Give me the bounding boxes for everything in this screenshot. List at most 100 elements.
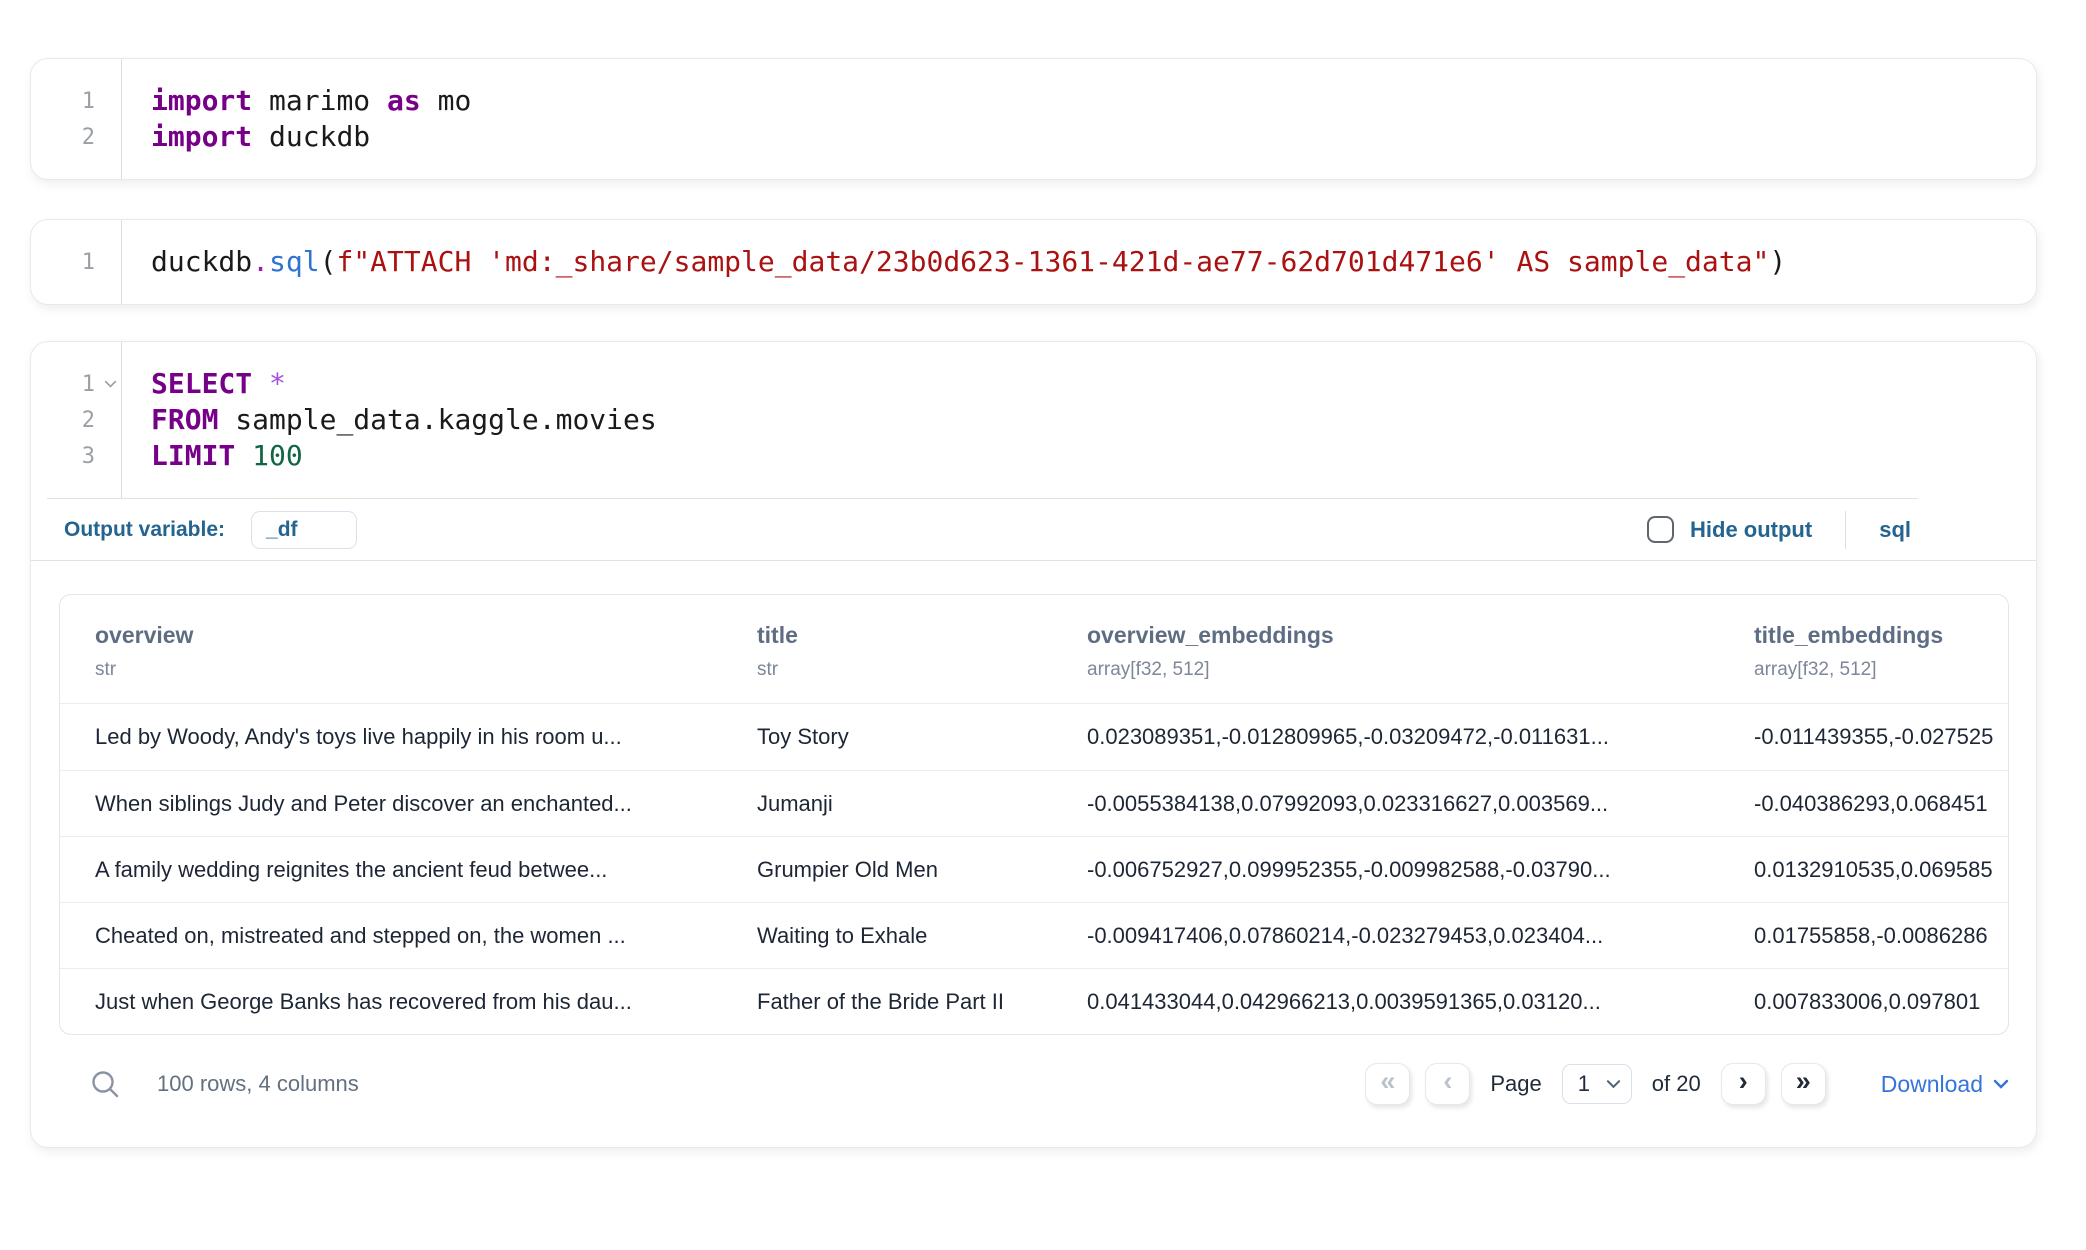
code-editor[interactable]: 1import marimo as mo2import duckdb [31, 59, 2036, 179]
code-token: SELECT [151, 367, 252, 400]
column-header-overview_embeddings[interactable]: overview_embeddings array[f32, 512] [1087, 622, 1754, 681]
code-line[interactable]: 1SELECT * [31, 366, 2036, 402]
table-cell: Just when George Banks has recovered fro… [95, 989, 757, 1015]
code-text: FROM sample_data.kaggle.movies [121, 402, 657, 438]
table-row[interactable]: When siblings Judy and Peter discover an… [60, 770, 2008, 836]
table-cell: 0.023089351,-0.012809965,-0.03209472,-0.… [1087, 724, 1754, 750]
code-token: sample_data.kaggle.movies [218, 403, 656, 436]
table-cell: -0.009417406,0.07860214,-0.023279453,0.0… [1087, 923, 1754, 949]
code-cell-imports: 1import marimo as mo2import duckdb [30, 58, 2037, 180]
previous-page-icon: ‹ [1443, 1066, 1452, 1097]
table-row[interactable]: Cheated on, mistreated and stepped on, t… [60, 902, 2008, 968]
table-cell: 0.041433044,0.042966213,0.0039591365,0.0… [1087, 989, 1754, 1015]
column-type: array[f32, 512] [1754, 659, 1988, 681]
table-cell: 0.0132910535,0.069585 [1754, 857, 2008, 883]
column-name: title [757, 622, 1067, 649]
code-line[interactable]: 2import duckdb [31, 119, 2036, 155]
column-name: overview [95, 622, 737, 649]
line-number: 1 [31, 372, 121, 397]
code-token: ( [320, 245, 337, 278]
line-number: 2 [31, 125, 121, 150]
code-line[interactable]: 1import marimo as mo [31, 83, 2036, 119]
column-type: str [757, 659, 1067, 681]
first-page-button[interactable]: « [1365, 1063, 1410, 1105]
code-token [235, 439, 252, 472]
last-page-button[interactable]: » [1781, 1063, 1826, 1105]
line-number: 2 [31, 408, 121, 433]
output-variable-value: _df [266, 518, 298, 542]
code-editor[interactable]: 1SELECT *2FROM sample_data.kaggle.movies… [31, 342, 2036, 498]
chevron-down-icon [1993, 1079, 2009, 1089]
code-token: ) [1769, 245, 1786, 278]
table-cell: Grumpier Old Men [757, 857, 1087, 883]
code-token: sql [269, 245, 320, 278]
toolbar-divider [1845, 511, 1846, 549]
line-number: 1 [31, 250, 121, 275]
output-variable-input[interactable]: _df [251, 511, 357, 549]
table-cell: -0.011439355,-0.027525 [1754, 724, 2008, 750]
code-token: marimo [252, 84, 387, 117]
table-cell: When siblings Judy and Peter discover an… [95, 791, 757, 817]
output-variable-label: Output variable: [64, 518, 225, 542]
table-footer: 100 rows, 4 columns « ‹ Page 1 of 20 [59, 1035, 2009, 1147]
code-token: LIMIT [151, 439, 235, 472]
next-page-icon: › [1739, 1066, 1748, 1097]
code-line[interactable]: 1duckdb.sql(f"ATTACH 'md:_share/sample_d… [31, 244, 2036, 280]
page-select[interactable]: 1 [1562, 1064, 1632, 1104]
code-token: duckdb [151, 245, 252, 278]
line-number: 3 [31, 444, 121, 469]
code-token: 100 [252, 439, 303, 472]
download-label: Download [1881, 1071, 1983, 1098]
fold-chevron-icon[interactable] [104, 380, 117, 389]
code-text: duckdb.sql(f"ATTACH 'md:_share/sample_da… [121, 244, 1786, 280]
total-pages-label: of 20 [1652, 1071, 1701, 1097]
code-token: * [269, 367, 286, 400]
language-toggle[interactable]: sql [1879, 517, 1911, 543]
dataframe-table: overviewstrtitle str overview_embeddingsar… [59, 594, 2009, 1035]
code-line[interactable]: 2FROM sample_data.kaggle.movies [31, 402, 2036, 438]
code-token: . [252, 245, 269, 278]
pagination: « ‹ Page 1 of 20 › » [1365, 1063, 2009, 1105]
table-cell: -0.0055384138,0.07992093,0.023316627,0.0… [1087, 791, 1754, 817]
column-type: array[f32, 512] [1087, 659, 1734, 681]
column-header-title[interactable]: title str [757, 622, 1087, 681]
download-button[interactable]: Download [1881, 1071, 2009, 1098]
table-cell: -0.006752927,0.099952355,-0.009982588,-0… [1087, 857, 1754, 883]
code-editor[interactable]: 1duckdb.sql(f"ATTACH 'md:_share/sample_d… [31, 220, 2036, 304]
table-cell: Cheated on, mistreated and stepped on, t… [95, 923, 757, 949]
search-icon[interactable] [89, 1068, 121, 1100]
table-cell: Waiting to Exhale [757, 923, 1087, 949]
output-area: overviewstrtitle str overview_embeddingsar… [31, 561, 2036, 1147]
line-number: 1 [31, 89, 121, 114]
table-cell: 0.01755858,-0.0086286 [1754, 923, 2008, 949]
last-page-icon: » [1796, 1066, 1811, 1097]
table-cell: 0.007833006,0.097801 [1754, 989, 2008, 1015]
page-label: Page [1490, 1071, 1541, 1097]
code-token: duckdb [252, 120, 370, 153]
sql-cell: 1SELECT *2FROM sample_data.kaggle.movies… [30, 341, 2037, 1148]
table-cell: Toy Story [757, 724, 1087, 750]
page-select-value: 1 [1578, 1071, 1590, 1097]
column-header-title_embeddings[interactable]: title_embeddingsarray[f32, 512] [1754, 622, 2008, 681]
first-page-icon: « [1380, 1066, 1395, 1097]
previous-page-button[interactable]: ‹ [1425, 1063, 1470, 1105]
code-token: FROM [151, 403, 218, 436]
table-row[interactable]: Led by Woody, Andy's toys live happily i… [60, 704, 2008, 770]
next-page-button[interactable]: › [1721, 1063, 1766, 1105]
column-name: overview_embeddings [1087, 622, 1734, 649]
code-token: f"ATTACH 'md:_share/sample_data/23b0d623… [336, 245, 1769, 278]
table-cell: Jumanji [757, 791, 1087, 817]
table-row[interactable]: A family wedding reignites the ancient f… [60, 836, 2008, 902]
code-cell-attach: 1duckdb.sql(f"ATTACH 'md:_share/sample_d… [30, 219, 2037, 305]
code-line[interactable]: 3 LIMIT 100 [31, 438, 2036, 474]
code-token: import [151, 84, 252, 117]
table-row[interactable]: Just when George Banks has recovered fro… [60, 968, 2008, 1034]
code-text: SELECT * [121, 366, 286, 402]
code-text: import marimo as mo [121, 83, 471, 119]
table-cell: -0.040386293,0.068451 [1754, 791, 2008, 817]
column-header-overview[interactable]: overviewstr [95, 622, 757, 681]
row-count-summary: 100 rows, 4 columns [157, 1071, 359, 1097]
table-body: Led by Woody, Andy's toys live happily i… [60, 704, 2008, 1034]
hide-output-label[interactable]: Hide output [1690, 517, 1812, 543]
hide-output-checkbox[interactable] [1647, 516, 1674, 543]
